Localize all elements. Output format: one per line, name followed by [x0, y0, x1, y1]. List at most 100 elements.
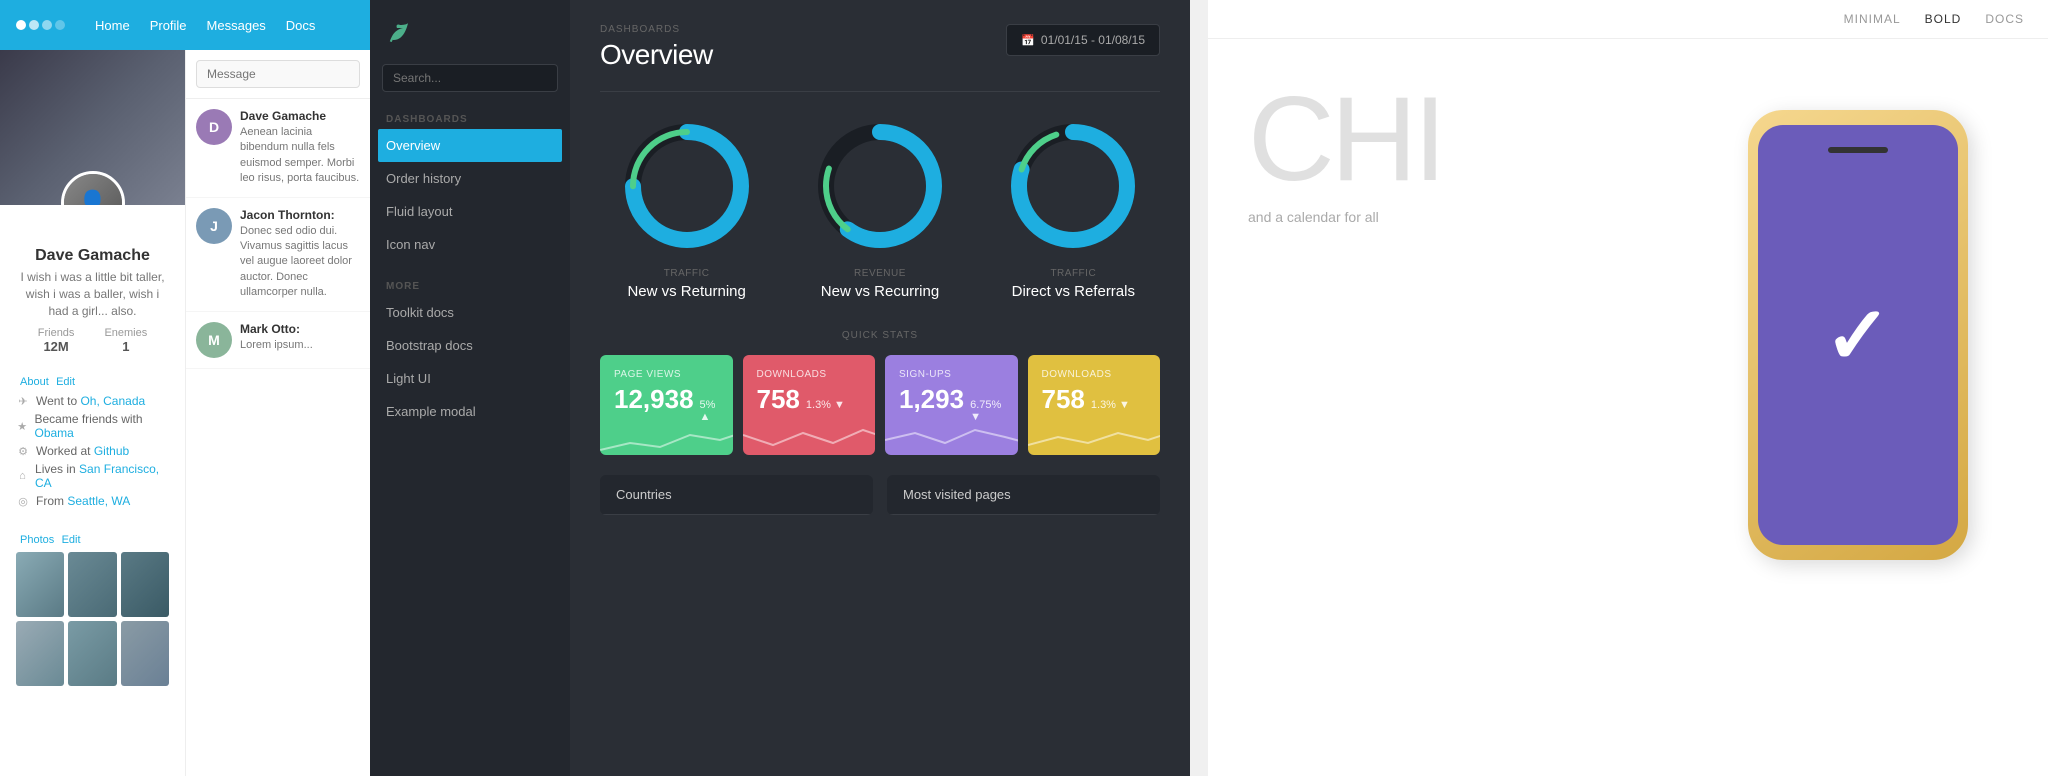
social-nav-profile[interactable]: Profile	[150, 18, 187, 33]
sf-link[interactable]: San Francisco, CA	[35, 462, 159, 490]
sidebar-item-overview[interactable]: Overview	[378, 129, 562, 162]
charts-row: Traffic New vs Returning Revenue New vs …	[600, 116, 1160, 300]
social-nav-home[interactable]: Home	[95, 18, 130, 33]
stat-card-downloads: DOWNLOADS 758 1.3% ▼	[743, 355, 876, 455]
chart-traffic-direct-referrals: Traffic Direct vs Referrals	[1003, 116, 1143, 300]
github-link[interactable]: Github	[94, 444, 129, 458]
stat-card-value-3: 758 1.3% ▼	[1042, 384, 1147, 415]
sidebar-item-order-history[interactable]: Order history	[370, 162, 570, 195]
photo-4[interactable]	[16, 621, 64, 686]
big-text: CHI	[1248, 79, 1443, 199]
most-visited-table: Most visited pages	[887, 475, 1160, 515]
avatar-image: 👤	[64, 174, 122, 205]
sidebar-item-icon-nav[interactable]: Icon nav	[370, 228, 570, 261]
obama-link[interactable]: Obama	[34, 426, 73, 440]
chart-title-2: Direct vs Referrals	[1012, 283, 1135, 300]
about-item-0: ✈ Went to Oh, Canada	[16, 394, 169, 408]
msg-content-1: Jacon Thornton: Donec sed odio dui. Viva…	[240, 208, 360, 301]
modal-overlay: DASHBOARDS Overview Order history Fluid …	[370, 0, 1190, 776]
photo-1[interactable]	[16, 552, 64, 617]
message-input[interactable]	[196, 60, 360, 88]
social-panel: Home Profile Messages Docs 👤 Dave Gamach…	[0, 0, 370, 776]
work-icon: ⚙	[16, 444, 30, 458]
profile-info: Dave Gamache I wish i was a little bit t…	[0, 247, 185, 364]
photo-6[interactable]	[121, 621, 169, 686]
sidebar-section-more: MORE	[370, 273, 570, 296]
modal-main: DASHBOARDS Overview 📅 01/01/15 - 01/08/1…	[570, 0, 1190, 776]
sidebar-logo	[370, 0, 570, 64]
header-divider	[600, 91, 1160, 92]
photo-2[interactable]	[68, 552, 116, 617]
about-edit-link[interactable]: Edit	[56, 376, 75, 388]
phone-outer: ✓	[1748, 110, 1968, 560]
stat-card-label-1: DOWNLOADS	[757, 369, 862, 380]
chart-revenue-new-recurring: Revenue New vs Recurring	[810, 116, 950, 300]
stat-card-downloads-2: DOWNLOADS 758 1.3% ▼	[1028, 355, 1161, 455]
right-nav-minimal[interactable]: MINIMAL	[1844, 12, 1901, 26]
msg-content-2: Mark Otto: Lorem ipsum...	[240, 322, 360, 358]
tagline: and a calendar for all	[1248, 209, 1379, 225]
social-nav-messages[interactable]: Messages	[207, 18, 266, 33]
stat-card-label-2: SIGN-UPS	[899, 369, 1004, 380]
phone-screen: ✓	[1758, 125, 1958, 545]
message-item-0: D Dave Gamache Aenean lacinia bibendum n…	[186, 99, 370, 198]
stat-card-signups: SIGN-UPS 1,293 6.75% ▼	[885, 355, 1018, 455]
about-item-4: ◎ From Seattle, WA	[16, 494, 169, 508]
modal-sidebar: DASHBOARDS Overview Order history Fluid …	[370, 0, 570, 776]
msg-name-1: Jacon Thornton:	[240, 208, 360, 222]
right-nav-bold[interactable]: BOLD	[1925, 12, 1962, 26]
message-item-1: J Jacon Thornton: Donec sed odio dui. Vi…	[186, 198, 370, 312]
sidebar-item-bootstrap[interactable]: Bootstrap docs	[370, 329, 570, 362]
sidebar-item-light-ui[interactable]: Light UI	[370, 362, 570, 395]
msg-avatar-2: M	[196, 322, 232, 358]
donut-svg-0	[617, 116, 757, 256]
msg-avatar-0: D	[196, 109, 232, 145]
stat-card-value-1: 758 1.3% ▼	[757, 384, 862, 415]
friends-stat: Friends 12M	[38, 327, 75, 354]
friends-count: 12M	[38, 339, 75, 354]
donut-chart-1	[810, 116, 950, 256]
sidebar-item-toolkit[interactable]: Toolkit docs	[370, 296, 570, 329]
about-title-label: About	[20, 376, 49, 388]
sidebar-item-fluid-layout[interactable]: Fluid layout	[370, 195, 570, 228]
messages-panel: D Dave Gamache Aenean lacinia bibendum n…	[185, 50, 370, 776]
bottom-tables-row: Countries Most visited pages	[600, 475, 1160, 515]
msg-content-0: Dave Gamache Aenean lacinia bibendum nul…	[240, 109, 360, 187]
right-nav-docs[interactable]: DOCS	[1985, 12, 2024, 26]
seattle-link[interactable]: Seattle, WA	[67, 494, 130, 508]
wave-0	[600, 415, 733, 455]
checkmark-icon: ✓	[1824, 289, 1891, 382]
stat-card-pageviews: PAGE VIEWS 12,938 5% ▲	[600, 355, 733, 455]
stat-card-change-3: 1.3% ▼	[1091, 399, 1130, 411]
enemies-stat: Enemies 1	[104, 327, 147, 354]
date-range-text: 01/01/15 - 01/08/15	[1041, 33, 1145, 47]
msg-avatar-1: J	[196, 208, 232, 244]
canada-link[interactable]: Oh, Canada	[80, 394, 145, 408]
chart-title-0: New vs Returning	[627, 283, 745, 300]
pin-icon: ◎	[16, 494, 30, 508]
sidebar-section-dashboards: DASHBOARDS	[370, 106, 570, 129]
countries-table-header: Countries	[600, 475, 873, 515]
photo-5[interactable]	[68, 621, 116, 686]
right-topbar: MINIMAL BOLD DOCS	[1208, 0, 2048, 39]
donut-chart-0	[617, 116, 757, 256]
sidebar-search-input[interactable]	[382, 64, 558, 92]
profile-name: Dave Gamache	[16, 247, 169, 265]
home-icon: ⌂	[16, 469, 29, 483]
message-input-bar	[186, 50, 370, 99]
sidebar-item-example-modal[interactable]: Example modal	[370, 395, 570, 428]
wave-2	[885, 415, 1018, 455]
photo-3[interactable]	[121, 552, 169, 617]
profile-hero: 👤	[0, 50, 185, 205]
date-range-badge: 📅 01/01/15 - 01/08/15	[1006, 24, 1160, 56]
profile-bio: I wish i was a little bit taller, wish i…	[16, 269, 169, 319]
most-visited-table-header: Most visited pages	[887, 475, 1160, 515]
photos-title-label: Photos	[20, 534, 54, 546]
chart-subtitle-0: Traffic	[664, 268, 710, 279]
stat-card-label-0: PAGE VIEWS	[614, 369, 719, 380]
modal-header: DASHBOARDS Overview 📅 01/01/15 - 01/08/1…	[600, 24, 1160, 71]
social-nav-docs[interactable]: Docs	[286, 18, 316, 33]
about-item-2: ⚙ Worked at Github	[16, 444, 169, 458]
donut-svg-1	[810, 116, 950, 256]
photos-edit-link[interactable]: Edit	[62, 534, 81, 546]
